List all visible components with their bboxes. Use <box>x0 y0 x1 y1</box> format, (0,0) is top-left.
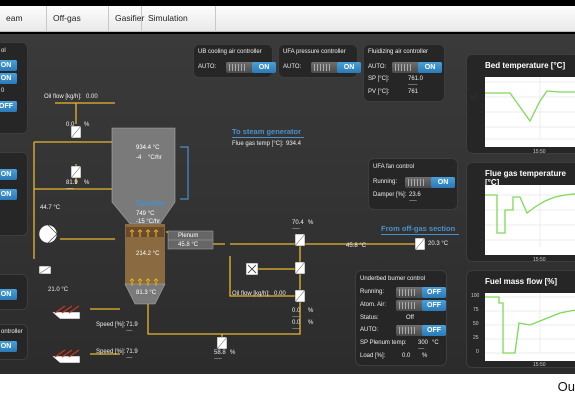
fuel-flow-chart-panel: Fuel mass flow [%] 100 75 50 25 0 15:50 <box>466 270 575 368</box>
oil-flow-value: 0.00 <box>86 94 98 100</box>
pipe-network <box>33 102 420 355</box>
footer-logo: Ou <box>557 379 575 394</box>
tab-simulation-control[interactable]: Simulation control <box>142 6 216 47</box>
from-off-gas-link[interactable]: From off-gas section <box>381 224 455 233</box>
bed-temp-chart-panel: Bed temperature [°C] 900 15:50 <box>466 54 575 155</box>
off-gas-temp: 20.3 °C <box>428 241 449 247</box>
fuel-flow-chart <box>485 293 575 361</box>
top-rate-unit: °C/hr <box>148 155 162 161</box>
plenum-temp: 45.8 °C <box>178 242 199 248</box>
valves <box>38 125 426 350</box>
bed-temp-chart-title: Bed temperature [°C] <box>485 61 566 70</box>
top-rate: -4 <box>136 155 142 161</box>
app-frame: eam generator Off-gas section Gasifier S… <box>0 0 575 400</box>
bed-temp-ytick: 900 <box>470 95 479 101</box>
heat-exchanger-coil <box>180 146 189 200</box>
bed-temp-xtick: 15:50 <box>533 149 546 155</box>
plenum-label: Plenum <box>178 233 199 239</box>
bottom-temp: 81.3 °C <box>136 290 157 296</box>
bottom-left-temp: 21.0 °C <box>48 287 69 293</box>
tab-off-gas-section[interactable]: Off-gas section <box>47 6 109 47</box>
tab-steam-generator[interactable]: eam generator <box>0 6 47 47</box>
fuel-feeders <box>51 305 81 364</box>
bed-temp-series <box>485 90 575 123</box>
fuel-flow-xtick: 15:50 <box>533 362 546 368</box>
top-temp: 934.4 °C <box>136 145 160 151</box>
oil-flow-value-2: 0.00 <box>274 291 286 297</box>
speed1-label: Speed [%]: <box>96 322 126 328</box>
bed-temp-chart <box>485 77 575 147</box>
oil-flow-label: Oil flow [kg/h]: <box>44 94 82 100</box>
tab-bar: eam generator Off-gas section Gasifier S… <box>0 6 575 47</box>
flue-gas-chart <box>485 185 575 255</box>
flue-gas-temp-value: 934.4 <box>286 141 302 147</box>
to-steam-generator-link[interactable]: To steam generator <box>232 127 301 136</box>
process-diagram <box>33 102 426 364</box>
flue-gas-temp-label: Flue gas temp [°C]: <box>232 141 284 147</box>
gasifier-temp: 749 °C <box>136 211 155 217</box>
gasifier-rate: -15 °C/hr <box>136 219 161 225</box>
flue-gas-xtick: 15:50 <box>533 257 546 263</box>
gasifier-vessel <box>111 127 214 305</box>
line-temp: 45.8 °C <box>346 243 367 249</box>
footer-bar: Ou <box>0 374 575 400</box>
flue-gas-chart-panel: Flue gas temperature [°C] 15:50 <box>466 162 575 263</box>
flue-gas-series <box>485 193 575 234</box>
process-view: ol ON ON 0 OFF ON ON ON ontroller ON UB … <box>0 34 575 374</box>
left-temp: 44.7 °C <box>40 205 61 211</box>
fuel-flow-chart-title: Fuel mass flow [%] <box>485 277 558 286</box>
valve1-value[interactable]: 0.0 <box>66 122 74 128</box>
fan-icon <box>38 224 58 244</box>
gasifier-label: Gasifier <box>136 199 166 208</box>
bed-temp: 214.2 °C <box>136 251 160 257</box>
speed2-label: Speed [%]: <box>96 349 126 355</box>
oil-flow-label-2: Oil flow [kg/h]: <box>232 291 270 297</box>
tab-gasifier[interactable]: Gasifier <box>109 6 144 32</box>
